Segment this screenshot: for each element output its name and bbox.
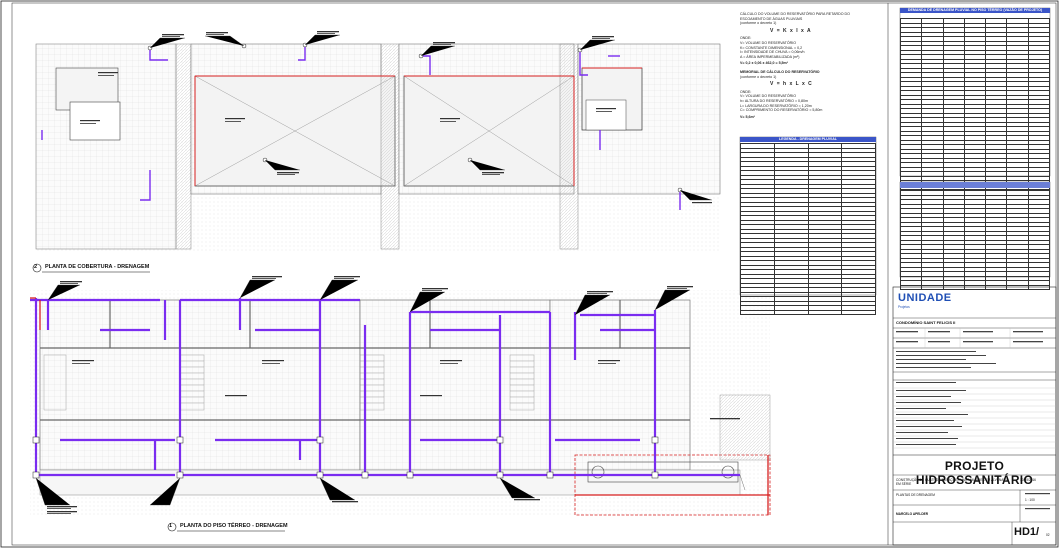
company-logo: UNIDADE: [898, 292, 952, 304]
demand-table-2-header: [900, 182, 1050, 188]
demand-table-2-cell: [963, 284, 987, 290]
legend-table-title: LEGENDA - DRENAGEM PLUVIAL: [740, 137, 876, 142]
demand-table-title: DEMANDA DE DRENAGEM PLUVIAL NO PISO TÉRR…: [900, 8, 1050, 13]
demand-table: [899, 18, 1051, 190]
demand-table-2-cell: [985, 284, 1008, 290]
calc-equation-1: V = K x I x A: [770, 27, 812, 34]
legend-table-cell: [740, 309, 775, 315]
project-date: 12/05/2016: [1020, 478, 1036, 482]
ground-plan-number: 1: [169, 523, 173, 529]
legend-table: [740, 143, 876, 315]
roof-plan-number: 2: [34, 264, 38, 270]
calc-line: A = ÁREA IMPERMEABILIZADA (m²): [740, 54, 800, 59]
legend-table-row: [740, 309, 876, 315]
reservoir-calculation: CÁLCULO DO VOLUME DO RESERVATÓRIO PARA R…: [740, 12, 858, 119]
project-description: CONSTRUÇÃO DE QUATRO HABITAÇÕES UNIFAMIL…: [896, 478, 1009, 486]
demand-table-2: [899, 190, 1051, 290]
demand-table-2-cell: [899, 284, 923, 290]
roof-plan: [32, 31, 721, 273]
demand-table-2-cell: [942, 284, 965, 290]
ground-plan-title: PLANTA DO PISO TÉRREO - DRENAGEM: [180, 523, 288, 529]
project-name: CONDOMÍNIO SAINT FELICIS II: [896, 320, 956, 325]
sheet-number: HD1/: [1014, 526, 1040, 538]
roof-plan-title: PLANTA DE COBERTURA - DRENAGEM: [45, 264, 150, 270]
demand-table-2-cell: [921, 284, 944, 290]
calc-ref-2: (conforme o decreto 1): [740, 74, 777, 79]
ground-plan: [30, 276, 771, 532]
calc-line: C= COMPRIMENTO DO RESERVATÓRIO = 5,80m: [740, 108, 823, 113]
sheet-total: 02: [1046, 533, 1050, 537]
calc-title: CÁLCULO DO VOLUME DO RESERVATÓRIO PARA R…: [740, 12, 850, 21]
demand-table-2-cell: [1006, 284, 1029, 290]
drawing-scale: 1 : 100: [1025, 498, 1035, 502]
calc-result-2: V= 5,6m³: [740, 114, 755, 119]
author-name: MARCELO APELDER: [896, 512, 929, 516]
calc-ref-1: (conforme o decreto 1): [740, 21, 777, 26]
demand-table-2-row: [899, 284, 1051, 290]
legend-table-cell: [807, 309, 843, 315]
calc-result-1: V= 0,2 x 0,06 x 462,0 = 5,5m³: [740, 61, 788, 66]
drawing-sheet: 2 PLANTA DE COBERTURA - DRENAGEM 1 PLANT…: [0, 0, 1059, 548]
company-logo-sub: Projetos: [898, 305, 910, 309]
legend-table-cell: [841, 309, 876, 315]
drawing-content: PLANTAS DE DRENAGEM: [896, 493, 935, 497]
legend-table-cell: [773, 309, 809, 315]
calc-equation-2: V = h x L x C: [770, 81, 813, 88]
demand-table-2-cell: [1027, 284, 1051, 290]
